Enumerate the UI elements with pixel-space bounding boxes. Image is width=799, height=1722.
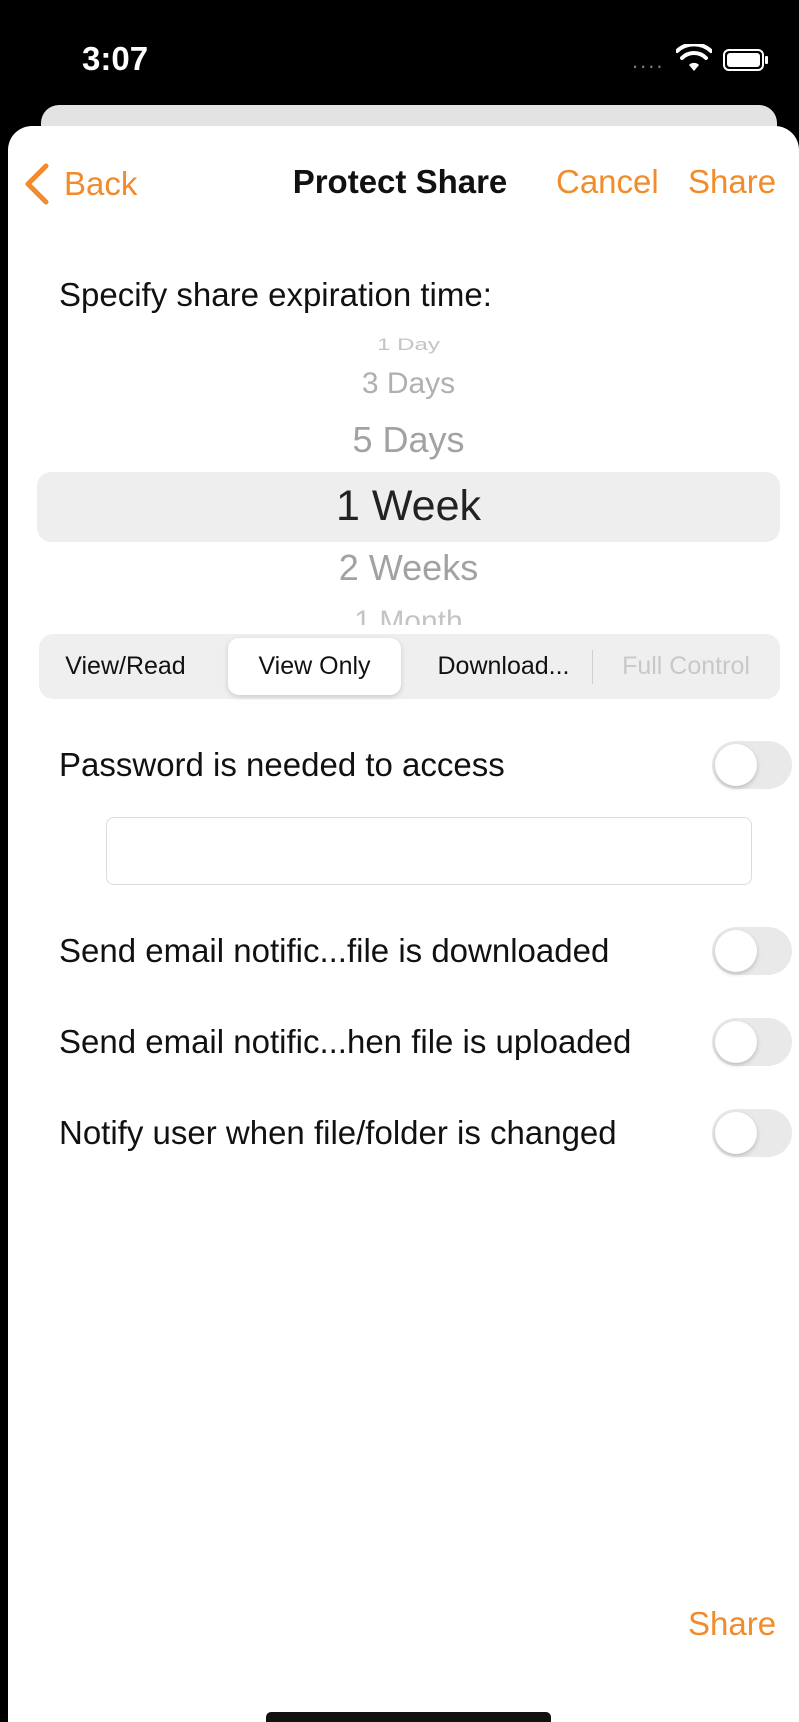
- email-on-download-label: Send email notific...file is downloaded: [59, 932, 610, 969]
- notify-on-change-toggle[interactable]: [712, 1109, 792, 1157]
- password-required-label: Password is needed to access: [59, 746, 505, 783]
- email-on-upload-toggle[interactable]: [712, 1018, 792, 1066]
- toggle-knob: [715, 930, 757, 972]
- segment-download[interactable]: Download...: [416, 638, 591, 695]
- email-on-upload-label: Send email notific...hen file is uploade…: [59, 1023, 632, 1060]
- segment-divider: [592, 650, 593, 684]
- picker-item[interactable]: 1 Day: [37, 335, 780, 355]
- picker-item-selected[interactable]: 1 Week: [37, 482, 780, 531]
- bottom-share-button[interactable]: Share: [688, 1605, 776, 1643]
- password-required-toggle[interactable]: [712, 741, 792, 789]
- email-on-download-toggle[interactable]: [712, 927, 792, 975]
- share-button[interactable]: Share: [688, 163, 776, 201]
- wifi-icon: [676, 44, 712, 71]
- segment-view-only[interactable]: View Only: [228, 638, 401, 695]
- expiration-picker[interactable]: 1 Day 3 Days 5 Days 1 Week 2 Weeks 1 Mon…: [37, 335, 780, 625]
- permission-segmented-control: View/Read View Only Download... Full Con…: [39, 634, 780, 699]
- battery-icon: [723, 49, 768, 71]
- toggle-knob: [715, 1112, 757, 1154]
- picker-item[interactable]: 1 Month: [37, 605, 780, 625]
- cancel-button[interactable]: Cancel: [556, 163, 659, 201]
- back-button[interactable]: Back: [22, 158, 137, 210]
- toggle-knob: [715, 1021, 757, 1063]
- segment-full-control[interactable]: Full Control: [596, 638, 776, 695]
- chevron-left-icon: [25, 163, 49, 205]
- page-title: Protect Share: [292, 163, 508, 200]
- password-input[interactable]: [106, 817, 752, 885]
- back-label: Back: [64, 165, 138, 202]
- signal-dots: ....: [632, 48, 665, 73]
- status-time: 3:07: [82, 40, 149, 77]
- notify-on-change-label: Notify user when file/folder is changed: [59, 1114, 617, 1151]
- segment-view-read[interactable]: View/Read: [43, 638, 208, 695]
- toggle-knob: [715, 744, 757, 786]
- picker-item[interactable]: 2 Weeks: [37, 547, 780, 589]
- status-bar: 3:07 ....: [0, 0, 799, 110]
- home-indicator: [266, 1712, 551, 1722]
- picker-item[interactable]: 3 Days: [37, 367, 780, 401]
- expiration-label: Specify share expiration time:: [59, 276, 492, 313]
- picker-item[interactable]: 5 Days: [37, 419, 780, 461]
